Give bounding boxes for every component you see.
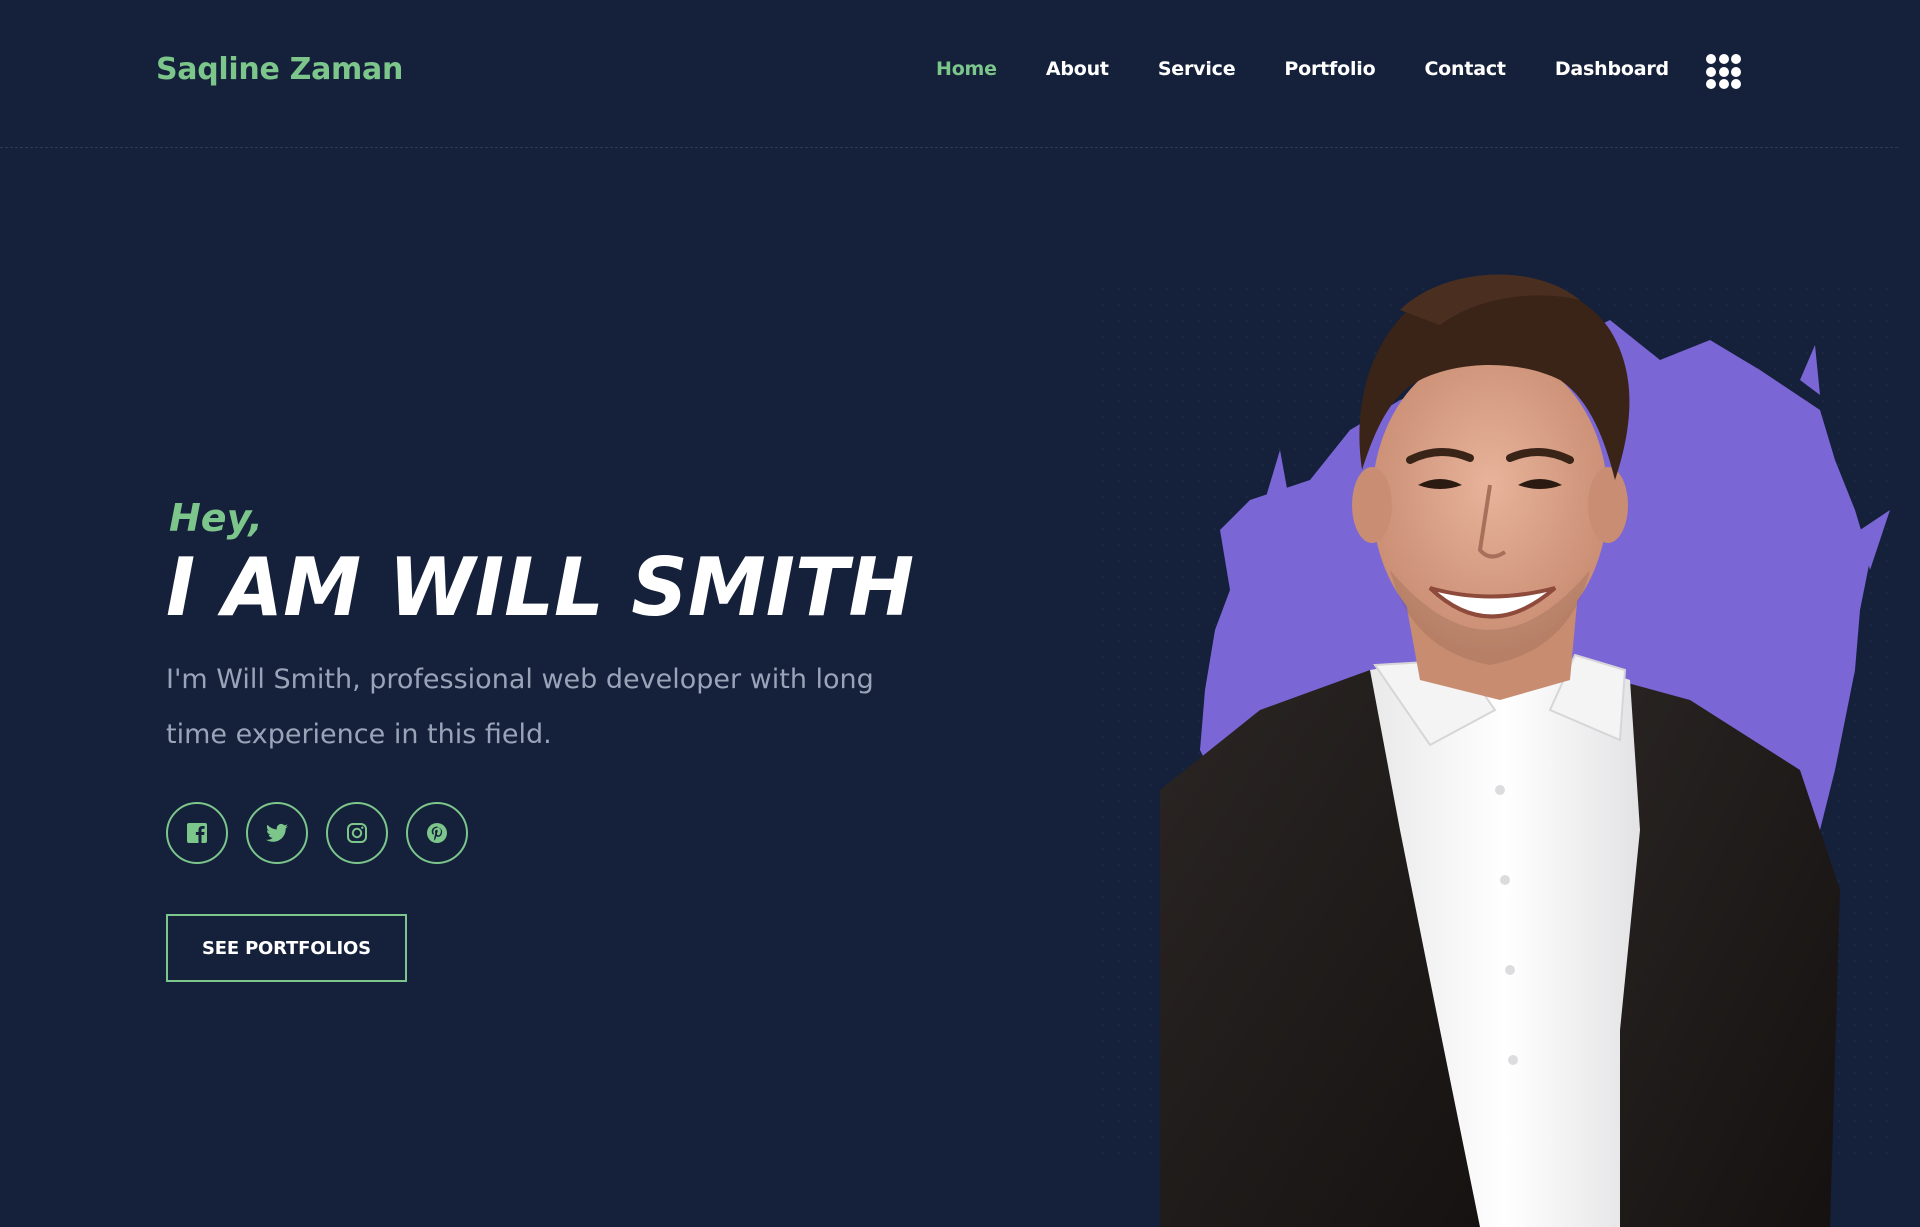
hero-greeting: Hey,	[169, 496, 263, 540]
portrait-photo	[1100, 270, 1890, 1227]
facebook-icon	[187, 823, 207, 843]
instagram-icon	[347, 823, 367, 843]
twitter-icon	[266, 823, 288, 842]
nav-item-service[interactable]: Service	[1158, 58, 1236, 80]
twitter-button[interactable]	[246, 802, 308, 864]
facebook-button[interactable]	[166, 802, 228, 864]
site-header: Saqline Zaman Home About Service Portfol…	[0, 0, 1920, 148]
hero-headline: I AM WILL SMITH	[166, 540, 915, 634]
pinterest-button[interactable]	[406, 802, 468, 864]
hero-intro: Hey, I AM WILL SMITH I'm Will Smith, pro…	[166, 496, 946, 762]
header-divider	[0, 147, 1898, 148]
portrait-illustration	[1100, 274, 1890, 1227]
nav-item-about[interactable]: About	[1046, 58, 1109, 80]
instagram-button[interactable]	[326, 802, 388, 864]
grid-menu-icon[interactable]	[1706, 54, 1746, 94]
page: Saqline Zaman Home About Service Portfol…	[0, 0, 1920, 1227]
pinterest-icon	[427, 823, 447, 843]
brand-logo[interactable]: Saqline Zaman	[156, 52, 403, 87]
nav-item-home[interactable]: Home	[936, 58, 997, 80]
nav-item-contact[interactable]: Contact	[1424, 58, 1506, 80]
main-nav: Home About Service Portfolio Contact Das…	[936, 58, 1669, 80]
nav-item-dashboard[interactable]: Dashboard	[1555, 58, 1669, 80]
hero-description: I'm Will Smith, professional web develop…	[166, 663, 874, 750]
see-portfolios-button[interactable]: SEE PORTFOLIOS	[166, 914, 407, 982]
nav-item-portfolio[interactable]: Portfolio	[1284, 58, 1375, 80]
social-links	[166, 802, 486, 864]
